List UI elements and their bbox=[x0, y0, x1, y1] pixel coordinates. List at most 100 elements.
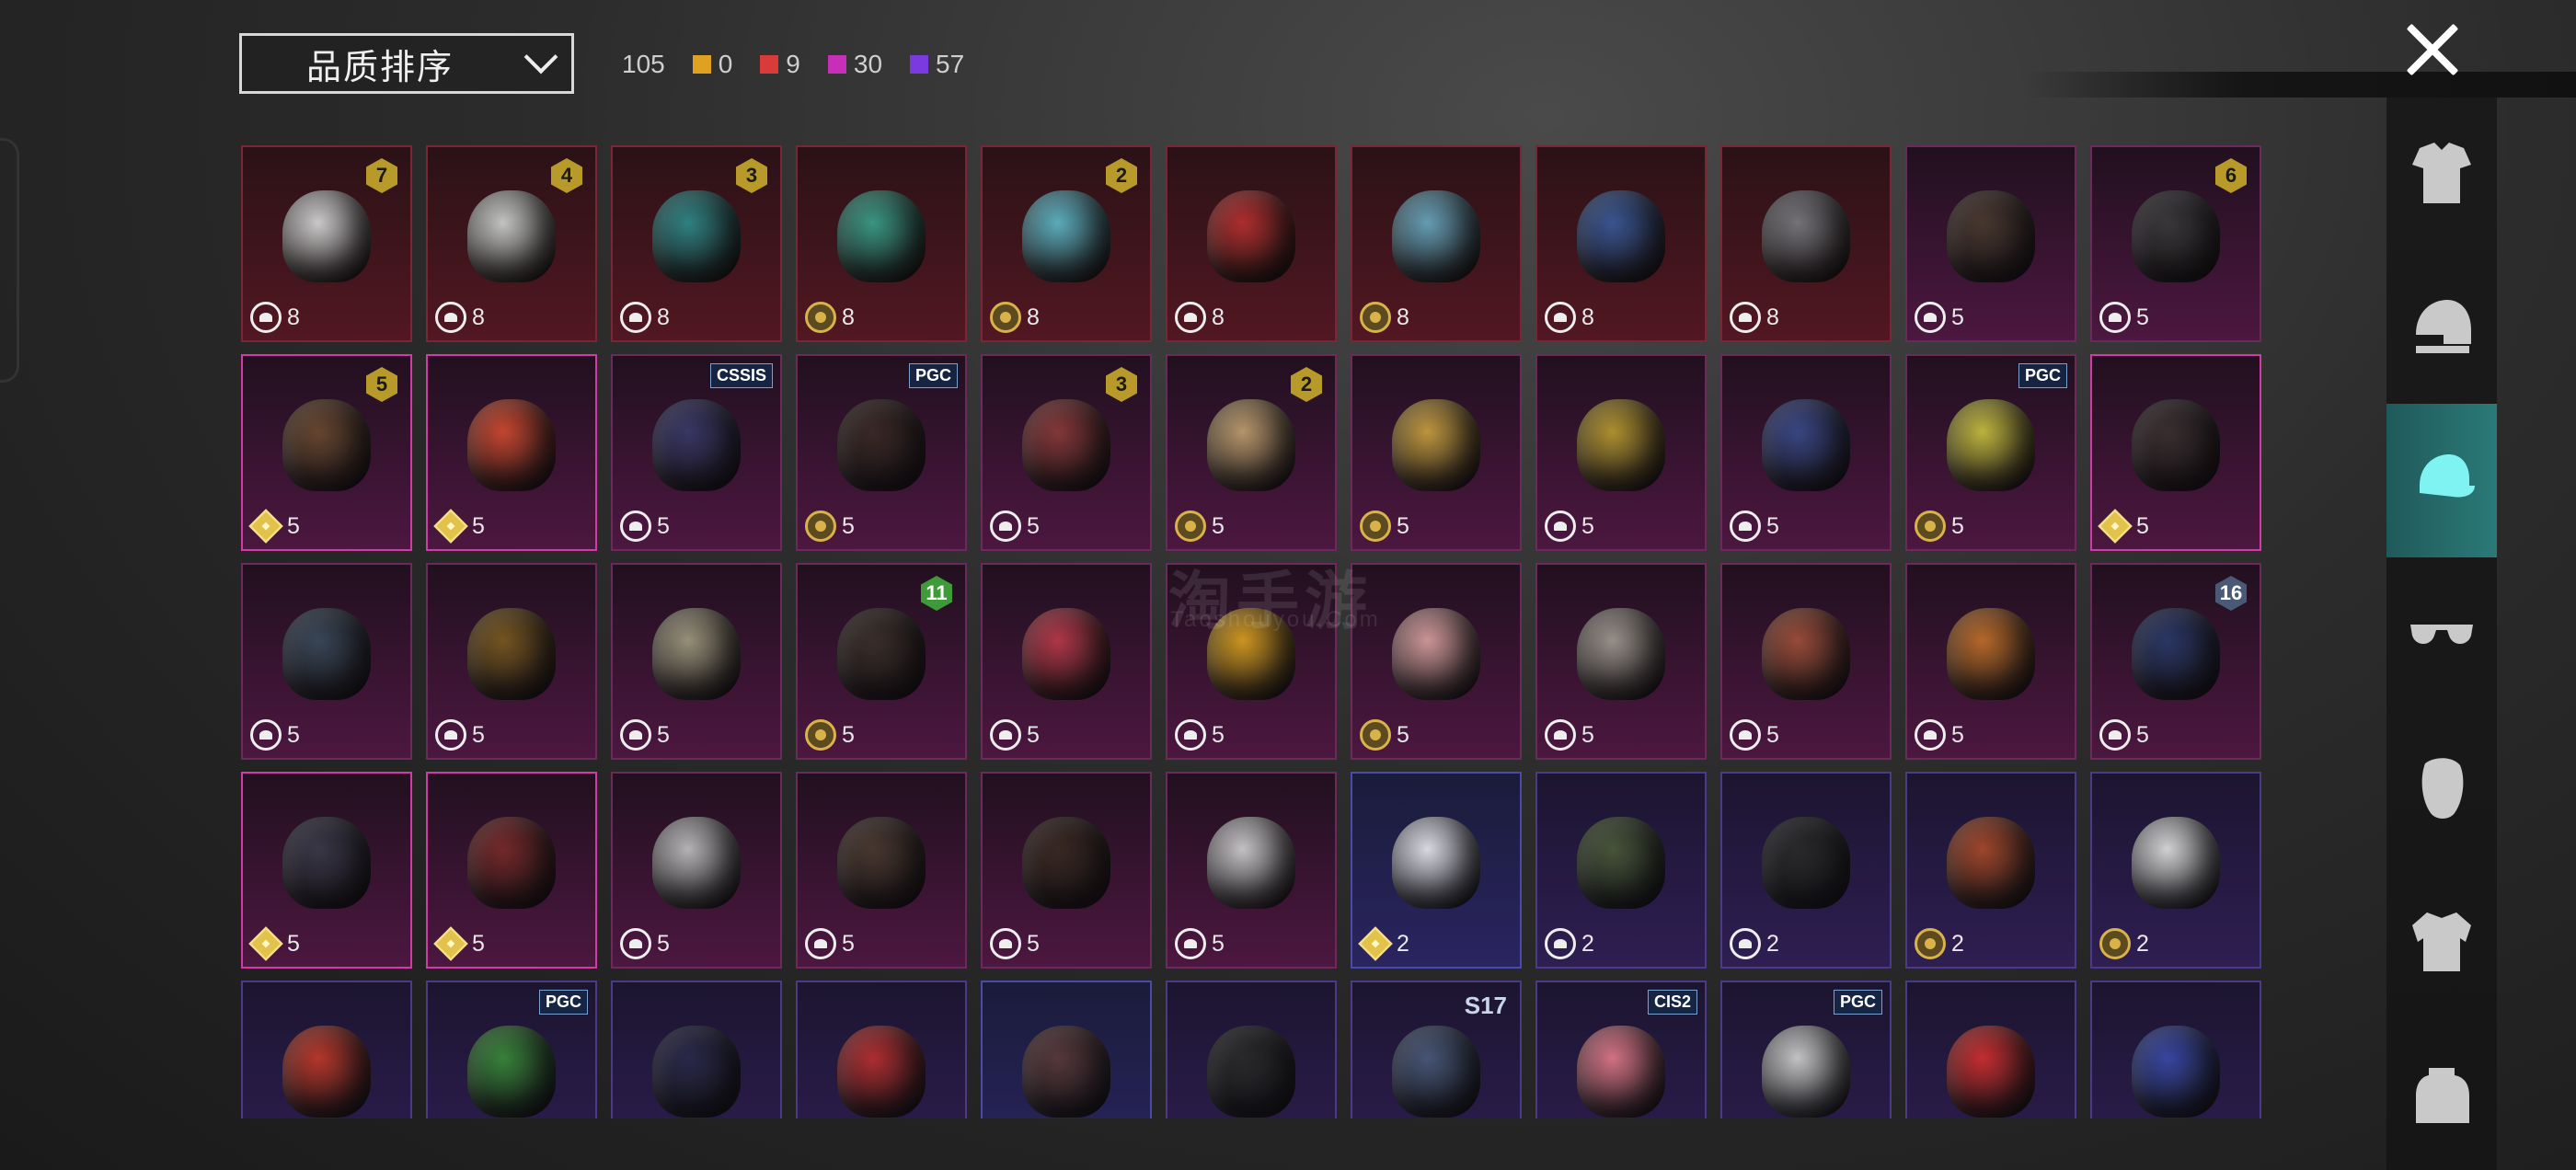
sort-dropdown[interactable]: 品质排序 bbox=[239, 33, 574, 94]
item-art bbox=[1947, 607, 2035, 700]
count-value: 57 bbox=[936, 50, 965, 78]
item-footer: 5 bbox=[433, 509, 485, 544]
item-tile[interactable]: 5 bbox=[1351, 563, 1522, 760]
item-tile[interactable]: 8 bbox=[1535, 145, 1707, 342]
item-tile[interactable]: 38 bbox=[611, 145, 782, 342]
item-tile[interactable]: 2 bbox=[1351, 772, 1522, 969]
item-quantity: 8 bbox=[287, 304, 300, 330]
item-tile[interactable]: 5 bbox=[611, 772, 782, 969]
item-tile[interactable]: 2 bbox=[2090, 772, 2261, 969]
item-tile[interactable]: 5 bbox=[796, 772, 967, 969]
item-tile[interactable]: 16 5 bbox=[2090, 563, 2261, 760]
item-tile[interactable]: 5 bbox=[1905, 145, 2076, 342]
item-tile[interactable]: 2 bbox=[1720, 772, 1892, 969]
item-tile[interactable]: 5 bbox=[1535, 563, 1707, 760]
item-tile[interactable]: 8 bbox=[1720, 145, 1892, 342]
item-footer: 5 bbox=[2099, 719, 2149, 751]
season-badge: S17 bbox=[1464, 992, 1507, 1019]
backpack-icon bbox=[2416, 1067, 2469, 1123]
item-tile[interactable]: 5 bbox=[1720, 563, 1892, 760]
item-tile[interactable] bbox=[611, 981, 782, 1118]
item-tile[interactable]: 5 bbox=[241, 563, 412, 760]
cloud-icon bbox=[1175, 302, 1206, 333]
item-art bbox=[1207, 189, 1295, 282]
item-footer: 5 bbox=[1915, 510, 1964, 542]
item-tile[interactable]: 5 bbox=[611, 563, 782, 760]
count-value: 0 bbox=[718, 50, 733, 78]
item-tile[interactable]: 5 bbox=[981, 772, 1152, 969]
item-tile[interactable]: 25 bbox=[1166, 354, 1337, 551]
sidebar-item-glasses[interactable] bbox=[2386, 557, 2497, 711]
item-tile[interactable] bbox=[796, 981, 967, 1118]
item-tile[interactable] bbox=[1166, 981, 1337, 1118]
item-art bbox=[1022, 398, 1110, 491]
purple-swatch bbox=[910, 55, 929, 74]
item-art bbox=[1392, 816, 1480, 909]
item-tile[interactable]: 5 bbox=[1535, 354, 1707, 551]
item-art bbox=[467, 1025, 556, 1118]
item-quantity: 5 bbox=[1951, 721, 1964, 748]
item-tile[interactable]: 11 5 bbox=[796, 563, 967, 760]
item-art bbox=[1762, 816, 1850, 909]
sidebar-item-helmet[interactable] bbox=[2386, 251, 2497, 405]
coin-icon bbox=[1360, 302, 1391, 333]
season-badge: PGC bbox=[1833, 990, 1882, 1015]
item-tile[interactable]: PGC bbox=[1720, 981, 1892, 1118]
item-tile[interactable]: 48 bbox=[426, 145, 597, 342]
item-tile[interactable]: 5 bbox=[1351, 354, 1522, 551]
cloud-icon bbox=[1545, 302, 1576, 333]
item-tile[interactable]: 2 bbox=[1905, 772, 2076, 969]
item-tile[interactable] bbox=[981, 981, 1152, 1118]
item-tile[interactable]: PGC bbox=[426, 981, 597, 1118]
item-quantity: 5 bbox=[657, 930, 670, 957]
item-art bbox=[1947, 1025, 2035, 1118]
close-icon[interactable] bbox=[2403, 20, 2462, 79]
item-quantity: 8 bbox=[1581, 304, 1594, 330]
item-tile[interactable]: CIS2 bbox=[1535, 981, 1707, 1118]
item-tile[interactable]: 5 bbox=[426, 563, 597, 760]
sidebar-item-outfit[interactable] bbox=[2386, 98, 2497, 251]
item-tile[interactable]: 65 bbox=[2090, 145, 2261, 342]
item-tile[interactable]: 5 bbox=[241, 772, 412, 969]
item-tile[interactable]: 2 bbox=[1535, 772, 1707, 969]
coin-icon bbox=[1175, 510, 1206, 542]
item-tile[interactable]: 55 bbox=[241, 354, 412, 551]
cloud-icon bbox=[1730, 928, 1761, 959]
item-tile[interactable]: 5 bbox=[426, 772, 597, 969]
item-tile[interactable]: 5 bbox=[1720, 354, 1892, 551]
item-art bbox=[1392, 1025, 1480, 1118]
item-tile[interactable]: PGC 5 bbox=[796, 354, 967, 551]
cloud-icon bbox=[1730, 719, 1761, 751]
item-tile[interactable]: 8 bbox=[1166, 145, 1337, 342]
item-tile[interactable] bbox=[2090, 981, 2261, 1118]
outfit-icon bbox=[2412, 143, 2471, 204]
sidebar-item-jacket[interactable] bbox=[2386, 864, 2497, 1017]
level-badge: 2 bbox=[1106, 158, 1137, 193]
cloud-icon bbox=[620, 510, 651, 542]
level-badge: 3 bbox=[736, 158, 767, 193]
item-tile[interactable] bbox=[1905, 981, 2076, 1118]
item-tile[interactable] bbox=[241, 981, 412, 1118]
item-tile[interactable]: 5 bbox=[2090, 354, 2261, 551]
item-art bbox=[282, 607, 371, 700]
item-tile[interactable]: 35 bbox=[981, 354, 1152, 551]
item-tile[interactable]: 28 bbox=[981, 145, 1152, 342]
item-tile[interactable]: PGC 5 bbox=[1905, 354, 2076, 551]
item-quantity: 5 bbox=[287, 512, 300, 539]
item-tile[interactable]: 5 bbox=[1905, 563, 2076, 760]
item-art bbox=[1577, 816, 1665, 909]
item-tile[interactable]: 5 bbox=[981, 563, 1152, 760]
item-tile[interactable]: 8 bbox=[1351, 145, 1522, 342]
item-tile[interactable]: CSSIS 5 bbox=[611, 354, 782, 551]
item-tile[interactable]: S17 bbox=[1351, 981, 1522, 1118]
item-tile[interactable]: 8 bbox=[796, 145, 967, 342]
sidebar-item-mask[interactable] bbox=[2386, 710, 2497, 864]
cloud-icon bbox=[990, 510, 1021, 542]
item-tile[interactable]: 5 bbox=[426, 354, 597, 551]
item-tile[interactable]: 78 bbox=[241, 145, 412, 342]
sidebar-item-hat[interactable] bbox=[2386, 404, 2497, 557]
cloud-icon bbox=[620, 719, 651, 751]
item-tile[interactable]: 5 bbox=[1166, 772, 1337, 969]
sidebar-item-backpack[interactable] bbox=[2386, 1016, 2497, 1170]
coin-icon bbox=[990, 302, 1021, 333]
